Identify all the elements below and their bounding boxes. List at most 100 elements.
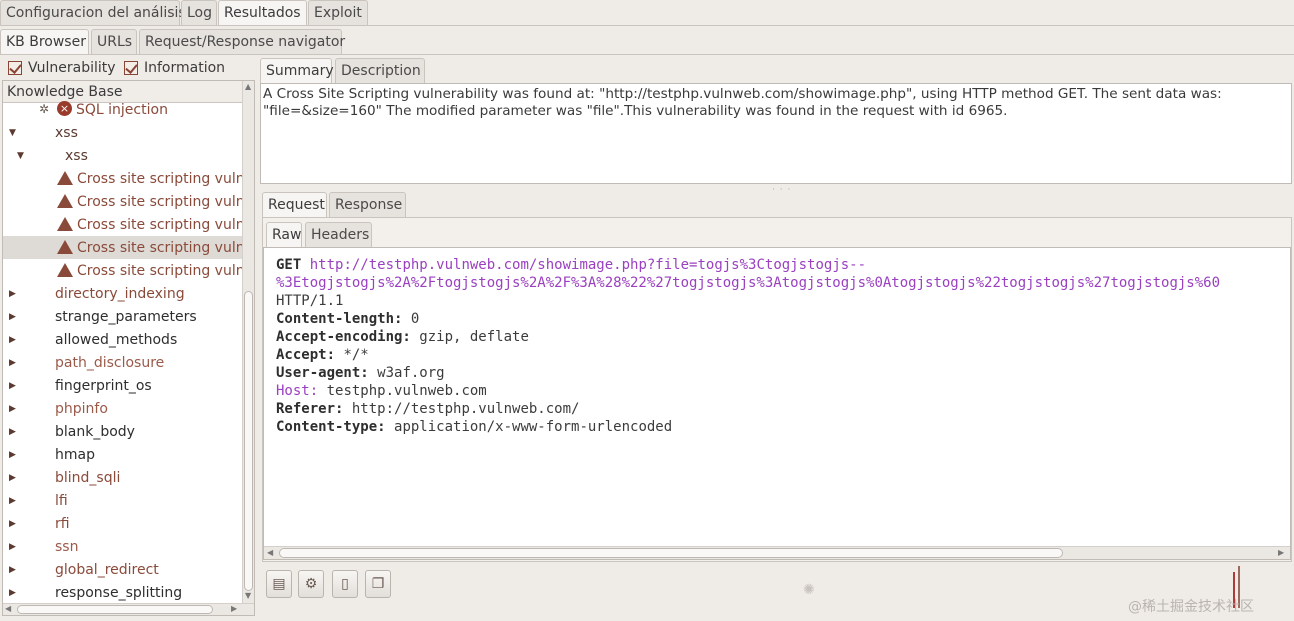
gear-icon: ⚙ <box>304 576 318 592</box>
tree-item-hmap[interactable]: ▶ hmap <box>3 443 243 466</box>
expander-right-icon[interactable]: ▶ <box>9 358 16 368</box>
tab-raw[interactable]: Raw <box>266 222 302 247</box>
tree-item-response-splitting[interactable]: ▶ response_splitting <box>3 581 243 604</box>
tab-urls[interactable]: URLs <box>91 29 137 54</box>
expander-right-icon[interactable]: ▶ <box>9 335 16 345</box>
tab-log[interactable]: Log <box>181 0 217 25</box>
export-icon: ▯ <box>341 576 349 592</box>
filter-vulnerability[interactable]: Vulnerability <box>8 58 116 78</box>
filter-information[interactable]: Information <box>124 58 225 78</box>
header-content-type: Content-type: application/x-www-form-url… <box>276 419 673 435</box>
warning-icon <box>57 171 73 185</box>
expander-right-icon[interactable]: ▶ <box>9 473 16 483</box>
tree-item-xss-5[interactable]: Cross site scripting vulnerability <box>3 259 243 282</box>
expander-right-icon[interactable]: ▶ <box>9 312 16 322</box>
tree-item-sql-injection[interactable]: ✲ × SQL injection <box>3 98 243 121</box>
tree-item-xss-subgroup[interactable]: ▼ xss <box>3 144 243 167</box>
expander-right-icon[interactable]: ▶ <box>9 565 16 575</box>
tree-item-fingerprint-os[interactable]: ▶ fingerprint_os <box>3 374 243 397</box>
tree-item-xss-1[interactable]: Cross site scripting vulnerability <box>3 167 243 190</box>
expander-right-icon[interactable]: ▶ <box>9 519 16 529</box>
send-to-manual-request-button[interactable]: ▤ <box>266 570 292 598</box>
scroll-left-icon[interactable]: ◀ <box>5 604 11 613</box>
information-checkbox[interactable] <box>124 61 138 75</box>
request-panel: Raw Headers GET http://testphp.vulnweb.c… <box>262 217 1292 562</box>
warning-icon <box>57 263 73 277</box>
tab-resultados[interactable]: Resultados <box>218 0 307 25</box>
tab-description[interactable]: Description <box>335 58 425 83</box>
expander-down-icon[interactable]: ▼ <box>9 128 16 138</box>
expander-right-icon[interactable]: ▶ <box>9 404 16 414</box>
scroll-right-icon[interactable]: ▶ <box>231 604 237 613</box>
expander-right-icon[interactable]: ▶ <box>9 381 16 391</box>
scroll-left-icon[interactable]: ◀ <box>267 548 273 557</box>
header-host: Host: testphp.vulnweb.com <box>276 383 487 399</box>
tree-item-xss-2[interactable]: Cross site scripting vulnerability <box>3 190 243 213</box>
expander-right-icon[interactable]: ▶ <box>9 427 16 437</box>
tree-item-ssn[interactable]: ▶ ssn <box>3 535 243 558</box>
tree-item-global-redirect[interactable]: ▶ global_redirect <box>3 558 243 581</box>
error-icon: × <box>57 101 72 116</box>
tree-horizontal-scroll-thumb[interactable] <box>17 605 213 614</box>
summary-panel: A Cross Site Scripting vulnerability was… <box>260 83 1292 184</box>
request-url-continued: %3Etogjstogjs%2A%2Ftogjstogjs%2A%2F%3A%2… <box>276 275 1221 291</box>
tree-item-xss-4-selected[interactable]: Cross site scripting vulnerability <box>3 236 243 259</box>
header-user-agent: User-agent: w3af.org <box>276 365 445 381</box>
tree-item-path-disclosure[interactable]: ▶ path_disclosure <box>3 351 243 374</box>
tree-item-allowed-methods[interactable]: ▶ allowed_methods <box>3 328 243 351</box>
tree-vertical-scrollbar[interactable]: ▲ ▼ <box>242 81 254 603</box>
tab-request[interactable]: Request <box>262 192 327 217</box>
tree-item-xss-group[interactable]: ▼ xss <box>3 121 243 144</box>
expander-right-icon[interactable]: ▶ <box>9 588 16 598</box>
header-content-length: Content-length: 0 <box>276 311 420 327</box>
raw-horizontal-scroll-thumb[interactable] <box>279 548 1063 558</box>
knowledge-base-tree: Knowledge Base ✲ × SQL injection ▼ xss ▼… <box>2 80 255 616</box>
fuzzy-request-button[interactable]: ⚙ <box>298 570 324 598</box>
header-accept-encoding: Accept-encoding: gzip, deflate <box>276 329 529 345</box>
header-accept: Accept: */* <box>276 347 369 363</box>
warning-icon <box>57 240 73 254</box>
scroll-up-icon[interactable]: ▲ <box>245 82 251 91</box>
raw-request-view[interactable]: GET http://testphp.vulnweb.com/showimage… <box>263 247 1291 560</box>
tab-headers[interactable]: Headers <box>305 222 372 247</box>
scroll-down-icon[interactable]: ▼ <box>245 591 251 600</box>
warning-icon <box>57 217 73 231</box>
summary-text: A Cross Site Scripting vulnerability was… <box>263 86 1222 119</box>
scroll-right-icon[interactable]: ▶ <box>1278 548 1284 557</box>
tree-item-phpinfo[interactable]: ▶ phpinfo <box>3 397 243 420</box>
warning-icon <box>57 194 73 208</box>
expander-down-icon[interactable]: ▼ <box>17 151 24 161</box>
tab-exploit[interactable]: Exploit <box>308 0 368 25</box>
tab-summary[interactable]: Summary <box>260 58 334 83</box>
tab-request-response-navigator[interactable]: Request/Response navigator <box>139 29 345 54</box>
expander-right-icon[interactable]: ▶ <box>9 542 16 552</box>
expander-right-icon[interactable]: ▶ <box>9 289 16 299</box>
tree-item-lfi[interactable]: ▶ lfi <box>3 489 243 512</box>
pane-resize-handle[interactable]: · · · <box>772 185 791 195</box>
manual-request-icon: ▤ <box>272 576 286 592</box>
gear-icon: ✲ <box>39 102 50 116</box>
tab-kb-browser[interactable]: KB Browser <box>0 29 89 54</box>
watermark: @稀土掘金技术社区 <box>1128 599 1254 615</box>
vulnerability-checkbox[interactable] <box>8 61 22 75</box>
tree-item-blind-sqli[interactable]: ▶ blind_sqli <box>3 466 243 489</box>
throbber-icon: ✺ <box>803 582 815 598</box>
tree-item-directory-indexing[interactable]: ▶ directory_indexing <box>3 282 243 305</box>
export-request-button[interactable]: ▯ <box>332 570 358 598</box>
tree-item-rfi[interactable]: ▶ rfi <box>3 512 243 535</box>
subtabbar-divider <box>0 54 1294 55</box>
tree-item-strange-parameters[interactable]: ▶ strange_parameters <box>3 305 243 328</box>
tab-response[interactable]: Response <box>329 192 406 217</box>
tree-vertical-scroll-thumb[interactable] <box>244 291 253 591</box>
tab-configuracion[interactable]: Configuracion del análisis <box>0 0 186 25</box>
tree-item-xss-3[interactable]: Cross site scripting vulnerability <box>3 213 243 236</box>
tree-horizontal-scrollbar[interactable]: ◀ ▶ <box>3 603 254 615</box>
header-referer: Referer: http://testphp.vulnweb.com/ <box>276 401 580 417</box>
request-protocol: HTTP/1.1 <box>276 293 344 309</box>
raw-horizontal-scrollbar[interactable]: ◀ ▶ <box>264 546 1290 559</box>
tree-item-blank-body[interactable]: ▶ blank_body <box>3 420 243 443</box>
compare-request-button[interactable]: ❐ <box>365 570 391 598</box>
expander-right-icon[interactable]: ▶ <box>9 450 16 460</box>
compare-icon: ❐ <box>371 576 385 592</box>
expander-right-icon[interactable]: ▶ <box>9 496 16 506</box>
